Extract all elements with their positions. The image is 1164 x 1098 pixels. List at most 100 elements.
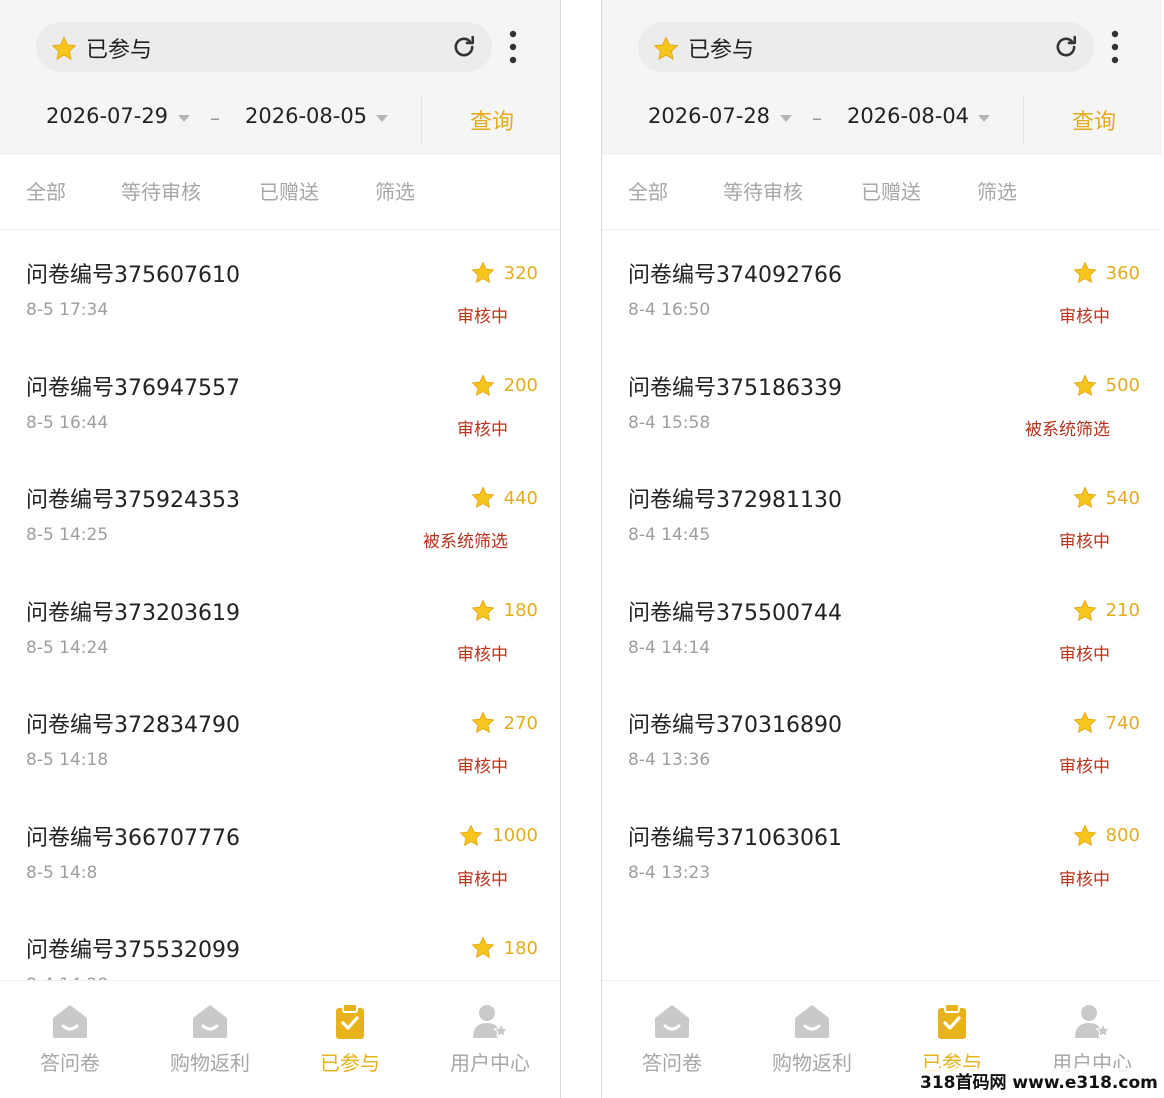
list-item[interactable]: 问卷编号375607610 8-5 17:34 320 审核中 bbox=[0, 230, 560, 342]
dropdown-arrow-icon[interactable] bbox=[178, 115, 190, 122]
survey-time: 8-4 16:50 bbox=[628, 300, 711, 320]
survey-title: 问卷编号375532099 bbox=[26, 938, 240, 963]
nav-shopping-rebate[interactable]: 购物返利 bbox=[140, 981, 280, 1098]
refresh-icon[interactable] bbox=[1052, 33, 1080, 61]
reward-points: 500 bbox=[1072, 373, 1140, 399]
nav-participated[interactable]: 已参与 bbox=[280, 981, 420, 1098]
list-item[interactable]: 问卷编号374092766 8-4 16:50 360 审核中 bbox=[602, 230, 1162, 342]
nav-shopping-rebate[interactable]: 购物返利 bbox=[742, 981, 882, 1098]
survey-time: 8-4 14:45 bbox=[628, 525, 711, 545]
list-item[interactable]: 问卷编号371063061 8-4 13:23 800 审核中 bbox=[602, 793, 1162, 905]
title-pill[interactable]: 已参与 bbox=[36, 22, 492, 72]
star-icon bbox=[470, 485, 496, 511]
screenshot-panel-right: 已参与 2026-07-28 – 2026-08-04 查询全部 等待审核 已赠送 筛选问卷编… bbox=[602, 0, 1162, 1098]
survey-title: 问卷编号375500744 bbox=[628, 600, 842, 626]
points-value: 210 bbox=[1105, 600, 1140, 621]
header-bar: 已参与 2026-07-28 – 2026-08-04 查询 bbox=[602, 0, 1162, 155]
survey-title: 问卷编号375186339 bbox=[628, 375, 842, 401]
star-icon bbox=[1072, 485, 1098, 511]
points-value: 270 bbox=[503, 712, 538, 734]
star-icon bbox=[470, 598, 496, 624]
survey-title: 问卷编号376947557 bbox=[26, 375, 240, 401]
star-icon bbox=[470, 260, 496, 286]
status-label: 审核中 bbox=[457, 869, 508, 890]
points-value: 800 bbox=[1105, 825, 1140, 846]
dropdown-arrow-icon[interactable] bbox=[376, 115, 388, 122]
nav-label: 购物返利 bbox=[170, 1051, 250, 1075]
date-from-picker[interactable]: 2026-07-29 bbox=[46, 104, 168, 128]
tab-filtered[interactable]: 筛选 bbox=[375, 176, 415, 205]
more-options-icon[interactable] bbox=[508, 30, 518, 64]
survey-title: 问卷编号374092766 bbox=[628, 263, 842, 288]
survey-title: 问卷编号375607610 bbox=[26, 263, 240, 288]
survey-time: 8-4 13:23 bbox=[628, 862, 711, 883]
list-item[interactable]: 问卷编号375500744 8-4 14:14 210 审核中 bbox=[602, 568, 1162, 680]
survey-title: 问卷编号371063061 bbox=[628, 825, 842, 851]
star-icon bbox=[458, 823, 484, 849]
date-from-picker[interactable]: 2026-07-28 bbox=[648, 104, 770, 128]
nav-answer-survey[interactable]: 答问卷 bbox=[602, 981, 742, 1098]
reward-points: 360 bbox=[1072, 260, 1140, 286]
tab-all[interactable]: 全部 bbox=[26, 176, 66, 205]
header-separator bbox=[1023, 96, 1024, 144]
list-item[interactable]: 问卷编号373203619 8-5 14:24 180 审核中 bbox=[0, 568, 560, 680]
status-label: 审核中 bbox=[1059, 869, 1110, 890]
list-item[interactable]: 问卷编号372981130 8-4 14:45 540 审核中 bbox=[602, 455, 1162, 567]
date-range-dash: – bbox=[812, 106, 822, 130]
list-item[interactable]: 问卷编号375924353 8-5 14:25 440 被系统筛选 bbox=[0, 455, 560, 567]
status-label: 审核中 bbox=[457, 644, 508, 665]
dropdown-arrow-icon[interactable] bbox=[780, 115, 792, 122]
tab-gifted[interactable]: 已赠送 bbox=[861, 176, 921, 205]
list-item[interactable]: 问卷编号372834790 8-5 14:18 270 审核中 bbox=[0, 680, 560, 792]
tab-pending-review[interactable]: 等待审核 bbox=[723, 176, 803, 205]
survey-time: 8-4 13:36 bbox=[628, 750, 711, 770]
filter-tabs: 全部 等待审核 已赠送 筛选 bbox=[602, 155, 1162, 230]
list-item[interactable]: 问卷编号366707776 8-5 14:8 1000 审核中 bbox=[0, 793, 560, 905]
star-icon bbox=[470, 373, 496, 399]
filter-tabs: 全部 等待审核 已赠送 筛选 bbox=[0, 155, 560, 230]
star-icon bbox=[470, 935, 496, 961]
query-button[interactable]: 查询 bbox=[1072, 104, 1116, 136]
nav-label: 答问卷 bbox=[642, 1051, 702, 1075]
status-label: 审核中 bbox=[1059, 532, 1110, 552]
page-title: 已参与 bbox=[688, 38, 755, 63]
page-title: 已参与 bbox=[86, 38, 153, 63]
more-options-icon[interactable] bbox=[1110, 30, 1120, 64]
nav-answer-survey[interactable]: 答问卷 bbox=[0, 981, 140, 1098]
bottom-nav: 答问卷 购物返利 已参与 用户中心 bbox=[0, 980, 560, 1098]
survey-time: 8-5 14:25 bbox=[26, 525, 109, 545]
tab-all[interactable]: 全部 bbox=[628, 176, 668, 205]
survey-time: 8-4 14:14 bbox=[628, 637, 711, 658]
date-to-picker[interactable]: 2026-08-05 bbox=[245, 104, 367, 128]
reward-points: 440 bbox=[470, 485, 538, 511]
points-value: 360 bbox=[1105, 262, 1140, 284]
header-separator bbox=[421, 96, 422, 144]
screenshot-panel-left: 已参与 2026-07-29 – 2026-08-05 查询全部 等待审核 已赠送 筛选问卷编… bbox=[0, 0, 560, 1098]
reward-points: 540 bbox=[1072, 485, 1140, 511]
nav-user-center[interactable]: 用户中心 bbox=[420, 981, 560, 1098]
title-pill[interactable]: 已参与 bbox=[638, 22, 1094, 72]
tab-filtered[interactable]: 筛选 bbox=[977, 176, 1017, 205]
reward-points: 740 bbox=[1072, 710, 1140, 736]
dropdown-arrow-icon[interactable] bbox=[978, 115, 990, 122]
star-icon bbox=[1072, 373, 1098, 399]
status-label: 审核中 bbox=[1059, 307, 1110, 327]
points-value: 540 bbox=[1105, 487, 1140, 509]
date-to-picker[interactable]: 2026-08-04 bbox=[847, 104, 969, 128]
date-range-dash: – bbox=[210, 106, 220, 130]
star-icon bbox=[1072, 598, 1098, 624]
points-value: 500 bbox=[1105, 375, 1140, 396]
tab-gifted[interactable]: 已赠送 bbox=[259, 176, 319, 205]
query-button[interactable]: 查询 bbox=[470, 104, 514, 136]
reward-points: 210 bbox=[1072, 598, 1140, 624]
list-item[interactable]: 问卷编号3755320998-4 14:28180审核中 bbox=[0, 905, 560, 980]
list-item[interactable]: 问卷编号375186339 8-4 15:58 500 被系统筛选 bbox=[602, 343, 1162, 455]
list-item[interactable]: 问卷编号370316890 8-4 13:36 740 审核中 bbox=[602, 680, 1162, 792]
reward-points: 180 bbox=[470, 935, 538, 961]
survey-time: 8-5 14:8 bbox=[26, 862, 98, 883]
refresh-icon[interactable] bbox=[450, 33, 478, 61]
reward-points: 800 bbox=[1072, 823, 1140, 849]
tab-pending-review[interactable]: 等待审核 bbox=[121, 176, 201, 205]
list-item[interactable]: 问卷编号376947557 8-5 16:44 200 审核中 bbox=[0, 343, 560, 455]
survey-list: 问卷编号375607610 8-5 17:34 320 审核中 问卷编号37694755… bbox=[0, 230, 560, 980]
